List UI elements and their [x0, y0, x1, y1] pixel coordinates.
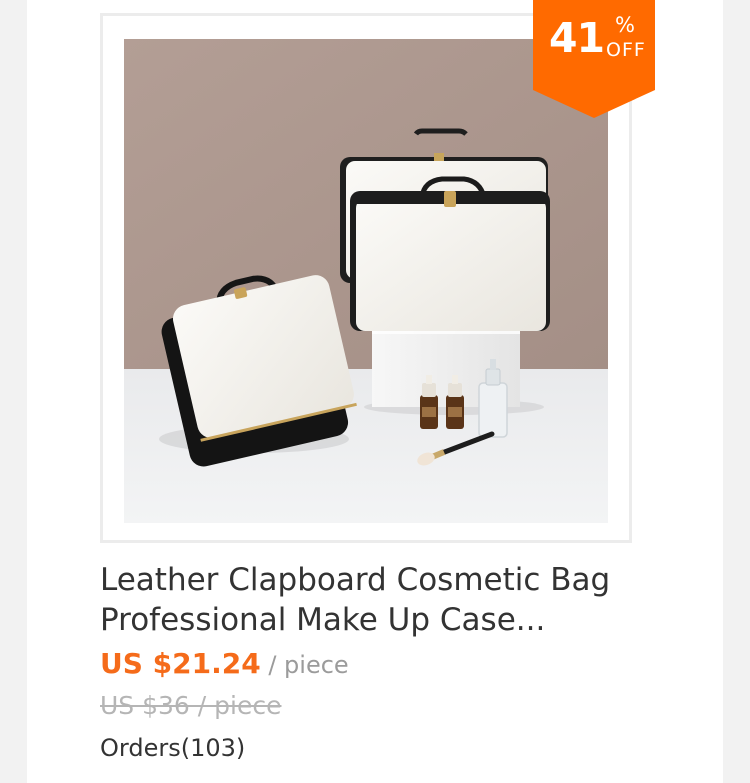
sale-price: US $21.24	[100, 647, 261, 680]
price-unit: / piece	[260, 651, 349, 679]
original-price: US $36 / piece	[100, 691, 282, 720]
discount-badge: 41 % OFF	[533, 0, 655, 118]
orders-count: Orders(103)	[100, 734, 246, 762]
product-card[interactable]: 41 % OFF Leather Clapboard Cosmetic Bag …	[27, 0, 723, 783]
off-label: OFF	[606, 39, 646, 61]
discount-percentage: 41	[549, 14, 605, 62]
price-row: US $21.24 / piece	[100, 644, 349, 688]
product-title[interactable]: Leather Clapboard Cosmetic Bag Professio…	[100, 560, 660, 640]
percent-sign: %	[615, 13, 635, 37]
